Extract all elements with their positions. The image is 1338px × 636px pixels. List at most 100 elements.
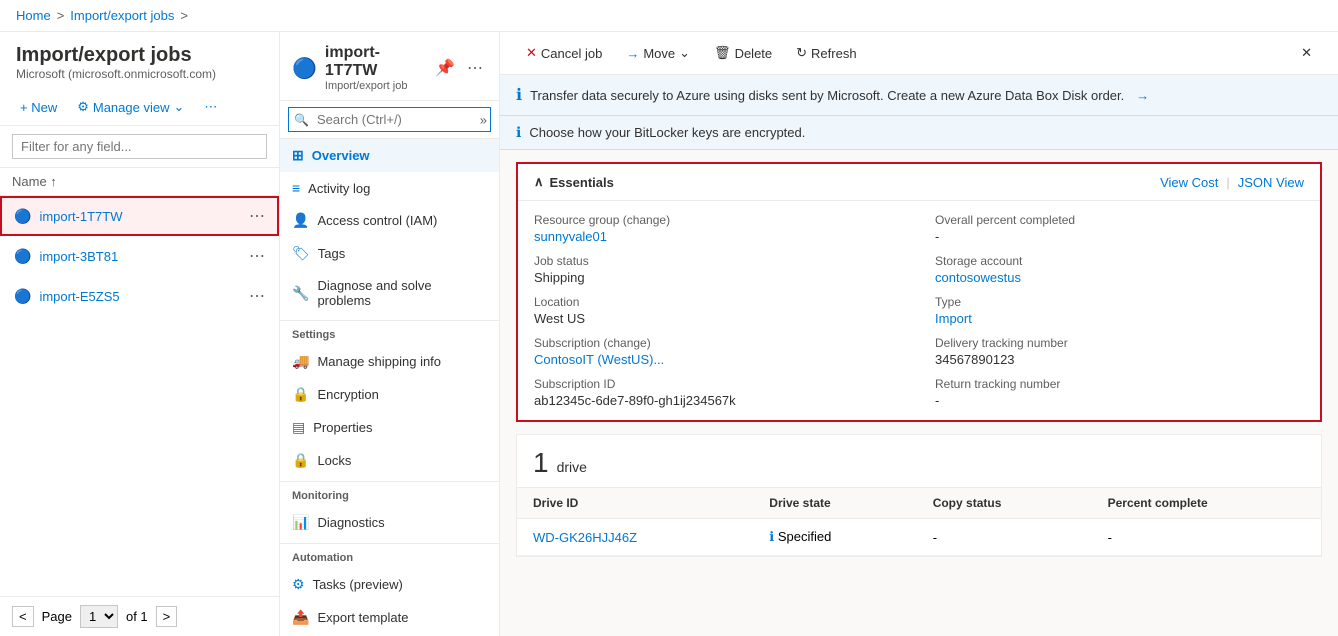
breadcrumb-parent[interactable]: Import/export jobs bbox=[70, 8, 174, 23]
table-row: WD-GK26HJJ46Z ℹ Specified - - bbox=[517, 519, 1321, 556]
warning-text: Choose how your BitLocker keys are encry… bbox=[529, 125, 805, 140]
page-label: Page bbox=[42, 609, 72, 624]
export-icon: 📤 bbox=[292, 609, 309, 626]
nav-item-label: Tags bbox=[318, 246, 345, 261]
nav-item-diagnostics[interactable]: 📊 Diagnostics bbox=[280, 506, 499, 539]
delete-button[interactable]: 🗑 Delete bbox=[704, 40, 782, 66]
drive-id-link[interactable]: WD-GK26HJJ46Z bbox=[533, 530, 637, 545]
detail-toolbar: ✕ Cancel job → Move ⌄ 🗑 Delete ↻ Refresh… bbox=[500, 32, 1338, 75]
nav-item-shipping[interactable]: 🚚 Manage shipping info bbox=[280, 345, 499, 378]
delivery-tracking-item: Delivery tracking number 34567890123 bbox=[935, 336, 1304, 367]
item-menu-icon[interactable]: ⋯ bbox=[249, 286, 265, 306]
manage-view-button[interactable]: ⚙ Manage view ⌄ bbox=[69, 95, 192, 119]
type-link[interactable]: Import bbox=[935, 311, 972, 326]
monitoring-section-header: Monitoring bbox=[280, 481, 499, 506]
storage-account-item: Storage account contosowestus bbox=[935, 254, 1304, 285]
job-status-item: Job status Shipping bbox=[534, 254, 903, 285]
essentials-title: ∧ Essentials bbox=[534, 174, 614, 190]
next-page-button[interactable]: > bbox=[156, 606, 178, 627]
nav-item-access-control[interactable]: 👤 Access control (IAM) bbox=[280, 204, 499, 237]
import-icon: 🔵 bbox=[14, 248, 31, 265]
nav-item-locks[interactable]: 🔒 Locks bbox=[280, 444, 499, 477]
subscription-link[interactable]: ContosoIT (WestUS)... bbox=[534, 352, 664, 367]
subscription-id-label: Subscription ID bbox=[534, 377, 903, 391]
item-menu-icon[interactable]: ⋯ bbox=[249, 246, 265, 266]
pin-icon[interactable]: 📌 bbox=[431, 54, 459, 82]
nav-item-label: Export template bbox=[317, 610, 408, 625]
move-button[interactable]: → Move ⌄ bbox=[616, 40, 700, 66]
nav-search: 🔍 » bbox=[280, 101, 499, 139]
lock2-icon: 🔒 bbox=[292, 452, 309, 469]
drive-state-value: Specified bbox=[778, 529, 831, 544]
cancel-job-button[interactable]: ✕ Cancel job bbox=[516, 40, 612, 66]
prev-page-button[interactable]: < bbox=[12, 606, 34, 627]
json-view-link[interactable]: JSON View bbox=[1238, 175, 1304, 190]
info-banner: ℹ Transfer data securely to Azure using … bbox=[500, 75, 1338, 116]
refresh-icon: ↻ bbox=[796, 45, 807, 61]
more-nav-icon[interactable]: ⋯ bbox=[463, 54, 487, 82]
list-item[interactable]: 🔵 import-1T7TW ⋯ bbox=[0, 196, 279, 236]
item-name: import-3BT81 bbox=[39, 249, 241, 264]
automation-section-header: Automation bbox=[280, 543, 499, 568]
drive-header: 1 drive bbox=[517, 435, 1321, 488]
list-header: Name ↑ bbox=[0, 168, 279, 196]
view-cost-link[interactable]: View Cost bbox=[1160, 175, 1218, 190]
drive-state-info-icon: ℹ bbox=[769, 529, 774, 544]
resource-group-item: Resource group (change) sunnyvale01 bbox=[534, 213, 903, 244]
breadcrumb-home[interactable]: Home bbox=[16, 8, 51, 23]
subscription-value: ContosoIT (WestUS)... bbox=[534, 352, 903, 367]
table-header-row: Drive ID Drive state Copy status Percent… bbox=[517, 488, 1321, 519]
refresh-button[interactable]: ↻ Refresh bbox=[786, 40, 866, 66]
info-link[interactable]: → bbox=[1136, 88, 1149, 103]
page-select[interactable]: 1 bbox=[80, 605, 118, 628]
overall-percent-item: Overall percent completed - bbox=[935, 213, 1304, 244]
list-items: 🔵 import-1T7TW ⋯ 🔵 import-3BT81 ⋯ 🔵 impo… bbox=[0, 196, 279, 596]
left-panel-subtitle: Microsoft (microsoft.onmicrosoft.com) bbox=[16, 67, 263, 81]
nav-item-activity-log[interactable]: ≡ Activity log bbox=[280, 172, 499, 204]
lock-icon: 🔒 bbox=[292, 386, 309, 403]
nav-item-label: Locks bbox=[317, 453, 351, 468]
list-item[interactable]: 🔵 import-3BT81 ⋯ bbox=[0, 236, 279, 276]
resource-group-link[interactable]: sunnyvale01 bbox=[534, 229, 607, 244]
item-menu-icon[interactable]: ⋯ bbox=[249, 206, 265, 226]
delivery-tracking-label: Delivery tracking number bbox=[935, 336, 1304, 350]
nav-item-diagnose[interactable]: 🔧 Diagnose and solve problems bbox=[280, 270, 499, 316]
storage-account-link[interactable]: contosowestus bbox=[935, 270, 1021, 285]
breadcrumb: Home > Import/export jobs > bbox=[0, 0, 1338, 32]
breadcrumb-sep1: > bbox=[57, 8, 65, 23]
tag-icon: 🏷 bbox=[292, 245, 310, 262]
nav-item-encryption[interactable]: 🔒 Encryption bbox=[280, 378, 499, 411]
location-item: Location West US bbox=[534, 295, 903, 326]
more-options-button[interactable]: ⋯ bbox=[196, 95, 225, 119]
list-item[interactable]: 🔵 import-E5ZS5 ⋯ bbox=[0, 276, 279, 316]
chart-icon: 📊 bbox=[292, 514, 309, 531]
essentials-grid: Resource group (change) sunnyvale01 Job … bbox=[518, 201, 1320, 420]
drive-state-cell: ℹ Specified bbox=[753, 519, 916, 556]
nav-search-input[interactable] bbox=[288, 107, 491, 132]
breadcrumb-sep2: > bbox=[180, 8, 188, 23]
nav-item-export-template[interactable]: 📤 Export template bbox=[280, 601, 499, 634]
gear-icon: ⚙ bbox=[77, 99, 89, 115]
nav-item-properties[interactable]: ▤ Properties bbox=[280, 411, 499, 444]
drive-table: Drive ID Drive state Copy status Percent… bbox=[517, 488, 1321, 556]
essentials-header: ∧ Essentials View Cost | JSON View bbox=[518, 164, 1320, 201]
resource-group-label: Resource group (change) bbox=[534, 213, 903, 227]
new-button[interactable]: + New bbox=[12, 96, 65, 119]
nav-header: 🔵 import-1T7TW Import/export job 📌 ⋯ bbox=[280, 32, 499, 101]
nav-item-overview[interactable]: ⊞ Overview bbox=[280, 139, 499, 172]
col-drive-id: Drive ID bbox=[517, 488, 753, 519]
return-tracking-item: Return tracking number - bbox=[935, 377, 1304, 408]
close-button[interactable]: ✕ bbox=[1291, 40, 1322, 66]
copy-status-cell: - bbox=[917, 519, 1092, 556]
warning-banner: ℹ Choose how your BitLocker keys are enc… bbox=[500, 116, 1338, 150]
nav-item-tags[interactable]: 🏷 Tags bbox=[280, 237, 499, 270]
collapse-icon[interactable]: » bbox=[480, 112, 487, 127]
detail-panel: ✕ Cancel job → Move ⌄ 🗑 Delete ↻ Refresh… bbox=[500, 32, 1338, 636]
filter-input[interactable] bbox=[12, 134, 267, 159]
subscription-id-item: Subscription ID ab12345c-6de7-89f0-gh1ij… bbox=[534, 377, 903, 408]
item-name: import-E5ZS5 bbox=[39, 289, 241, 304]
info-text: Transfer data securely to Azure using di… bbox=[530, 88, 1124, 103]
nav-items: ⊞ Overview ≡ Activity log 👤 Access contr… bbox=[280, 139, 499, 636]
col-percent-complete: Percent complete bbox=[1092, 488, 1321, 519]
nav-item-tasks[interactable]: ⚙ Tasks (preview) bbox=[280, 568, 499, 601]
